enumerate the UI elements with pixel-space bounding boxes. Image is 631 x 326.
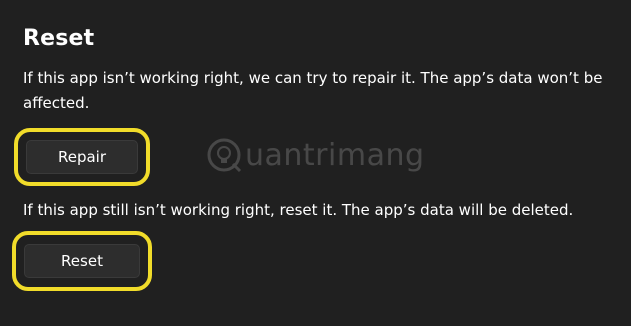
section-title: Reset (23, 26, 95, 51)
quantrimang-logo-icon (207, 138, 242, 173)
watermark-text: uantrimang (245, 137, 425, 173)
reset-description: If this app still isn’t working right, r… (23, 201, 574, 219)
repair-highlight-outline: Repair (14, 128, 150, 186)
repair-description: If this app isn’t working right, we can … (23, 69, 603, 112)
repair-button[interactable]: Repair (26, 140, 138, 174)
settings-reset-panel: Reset If this app isn’t working right, w… (0, 0, 631, 326)
reset-highlight-outline: Reset (12, 231, 152, 291)
reset-button[interactable]: Reset (24, 244, 140, 278)
watermark: uantrimang (205, 136, 425, 174)
